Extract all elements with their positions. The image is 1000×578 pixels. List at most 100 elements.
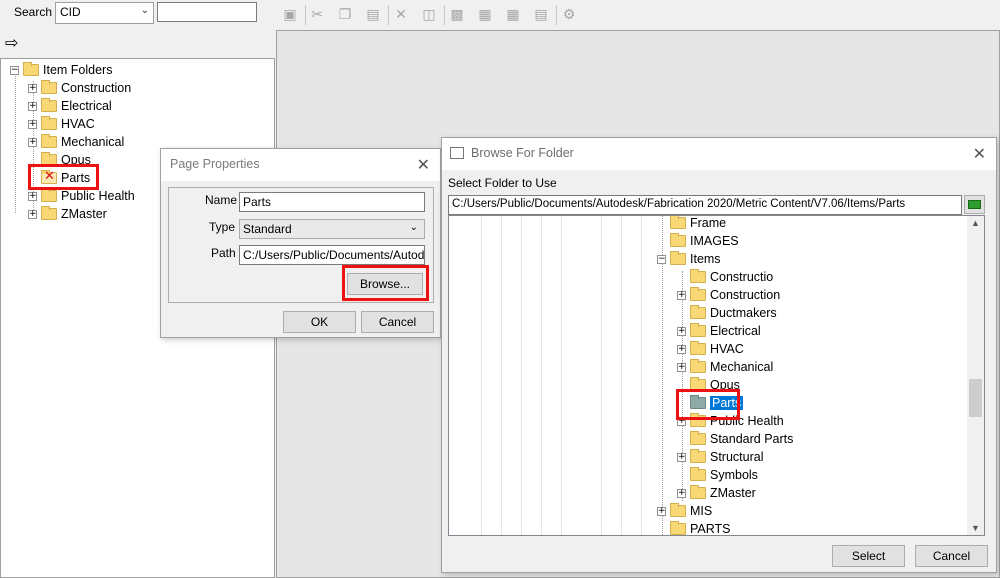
- folder-tree-item[interactable]: + HVAC: [677, 340, 744, 358]
- folder-tree-item[interactable]: Standard Parts: [677, 430, 793, 448]
- table-icon[interactable]: ▤: [532, 6, 550, 24]
- tree-item[interactable]: + HVAC: [28, 115, 95, 133]
- expand-icon[interactable]: +: [677, 326, 686, 336]
- tree-item[interactable]: + Electrical: [28, 97, 112, 115]
- folder-tree-item[interactable]: + Construction: [677, 286, 780, 304]
- settings-icon[interactable]: ⚙: [560, 6, 578, 24]
- scroll-down-icon[interactable]: ▼: [971, 523, 980, 533]
- folder-icon: [41, 188, 57, 202]
- expand-icon[interactable]: +: [28, 119, 37, 129]
- folder-tree-item[interactable]: − Items: [657, 250, 721, 268]
- grid-icon[interactable]: ▦: [504, 6, 522, 24]
- tree-item[interactable]: + ZMaster: [28, 205, 107, 223]
- new-folder-icon: [968, 200, 981, 209]
- dialog-titlebar: Page Properties ✕: [161, 149, 440, 181]
- expand-icon[interactable]: +: [677, 452, 686, 462]
- tree-item-label: Electrical: [61, 99, 112, 113]
- search-type-combo[interactable]: CID ⌄: [55, 2, 154, 24]
- tree-item-label: Construction: [61, 81, 132, 95]
- search-label: Search: [14, 5, 53, 19]
- camera-icon[interactable]: ▣: [281, 6, 299, 24]
- vertical-scrollbar[interactable]: ▲ ▼: [967, 216, 984, 535]
- delete-icon[interactable]: ✕: [392, 6, 410, 24]
- folder-icon: [690, 467, 706, 481]
- tree-item[interactable]: + Mechanical: [28, 133, 124, 151]
- copy-icon[interactable]: ❐: [336, 6, 354, 24]
- path-field[interactable]: C:/Users/Public/Documents/Autodesk: [239, 245, 425, 265]
- arrow-right-icon[interactable]: ⇨: [5, 33, 18, 53]
- cancel-button[interactable]: Cancel: [361, 311, 434, 333]
- folder-path-field[interactable]: C:/Users/Public/Documents/Autodesk/Fabri…: [448, 195, 962, 215]
- collapse-icon[interactable]: −: [657, 254, 666, 264]
- view1-icon[interactable]: ▩: [448, 6, 466, 24]
- folder-tree-item-label: Constructio: [710, 270, 774, 284]
- collapse-icon[interactable]: −: [10, 65, 19, 75]
- chevron-down-icon: ⌄: [140, 5, 149, 16]
- new-folder-button[interactable]: [964, 195, 985, 214]
- folder-icon: [690, 323, 706, 337]
- view2-icon[interactable]: ▦: [476, 6, 494, 24]
- chevron-down-icon: ⌄: [409, 222, 418, 233]
- name-label: Name: [205, 193, 238, 207]
- paste-icon[interactable]: ▤: [364, 6, 382, 24]
- tree-item-label: Public Health: [61, 189, 135, 203]
- search-input[interactable]: [157, 2, 257, 22]
- tree-item-label: ZMaster: [61, 207, 107, 221]
- folder-tree-item[interactable]: PARTS: [657, 520, 731, 536]
- path-label: Path: [211, 246, 236, 260]
- search-type-value: CID: [60, 5, 81, 19]
- tree-root-item-folders[interactable]: − Item Folders: [10, 61, 112, 79]
- expand-icon[interactable]: +: [28, 191, 37, 201]
- cancel-button[interactable]: Cancel: [915, 545, 988, 567]
- name-field[interactable]: Parts: [239, 192, 425, 212]
- folder-icon: [670, 233, 686, 247]
- folder-tree-item[interactable]: IMAGES: [657, 232, 739, 250]
- highlight-box-parts: [28, 164, 99, 190]
- folder-tree-item[interactable]: + ZMaster: [677, 484, 756, 502]
- expand-icon[interactable]: +: [677, 344, 686, 354]
- expand-icon[interactable]: +: [677, 362, 686, 372]
- select-button[interactable]: Select: [832, 545, 905, 567]
- folder-icon: [690, 359, 706, 373]
- folder-tree-item[interactable]: + Structural: [677, 448, 764, 466]
- expand-icon[interactable]: +: [28, 209, 37, 219]
- expand-icon[interactable]: +: [28, 101, 37, 111]
- close-icon[interactable]: ✕: [973, 144, 986, 163]
- scroll-up-icon[interactable]: ▲: [971, 218, 980, 228]
- folder-tree-item[interactable]: Ductmakers: [677, 304, 777, 322]
- folder-tree-item[interactable]: Frame: [657, 216, 726, 232]
- ok-button[interactable]: OK: [283, 311, 356, 333]
- cut-icon[interactable]: ✂: [308, 6, 326, 24]
- folder-tree-item[interactable]: Constructio: [677, 268, 773, 286]
- folder-tree-item[interactable]: + Mechanical: [677, 358, 773, 376]
- expand-icon[interactable]: +: [677, 488, 686, 498]
- window-icon: [450, 147, 464, 159]
- scroll-thumb[interactable]: [969, 379, 982, 417]
- toolbar: ▣ ✂ ❐ ▤ ✕ ◫ ▩ ▦ ▦ ▤ ⚙: [276, 0, 1000, 30]
- folder-tree-item-label: Ductmakers: [710, 306, 777, 320]
- type-select[interactable]: Standard ⌄: [239, 219, 425, 239]
- folder-icon: [690, 449, 706, 463]
- expand-icon[interactable]: +: [28, 137, 37, 147]
- expand-icon[interactable]: +: [28, 83, 37, 93]
- properties-icon[interactable]: ◫: [420, 6, 438, 24]
- expand-icon[interactable]: +: [657, 506, 666, 516]
- folder-tree-item-label: Standard Parts: [710, 432, 794, 446]
- folder-tree-item[interactable]: + MIS: [657, 502, 712, 520]
- tree-item[interactable]: + Construction: [28, 79, 131, 97]
- folder-tree-item-label: Electrical: [710, 324, 761, 338]
- folder-tree-item-label: Items: [690, 252, 721, 266]
- folder-icon: [690, 287, 706, 301]
- close-icon[interactable]: ✕: [417, 155, 430, 174]
- folder-tree-item-label: Symbols: [710, 468, 758, 482]
- folder-tree-item-label: Structural: [710, 450, 764, 464]
- dialog-title: Page Properties: [170, 157, 260, 171]
- folder-tree-item[interactable]: + Electrical: [677, 322, 761, 340]
- folder-icon: [41, 80, 57, 94]
- expand-icon[interactable]: +: [677, 290, 686, 300]
- folder-tree-item[interactable]: Symbols: [677, 466, 758, 484]
- folder-tree-item-label: PARTS: [690, 522, 731, 536]
- folder-icon: [690, 341, 706, 355]
